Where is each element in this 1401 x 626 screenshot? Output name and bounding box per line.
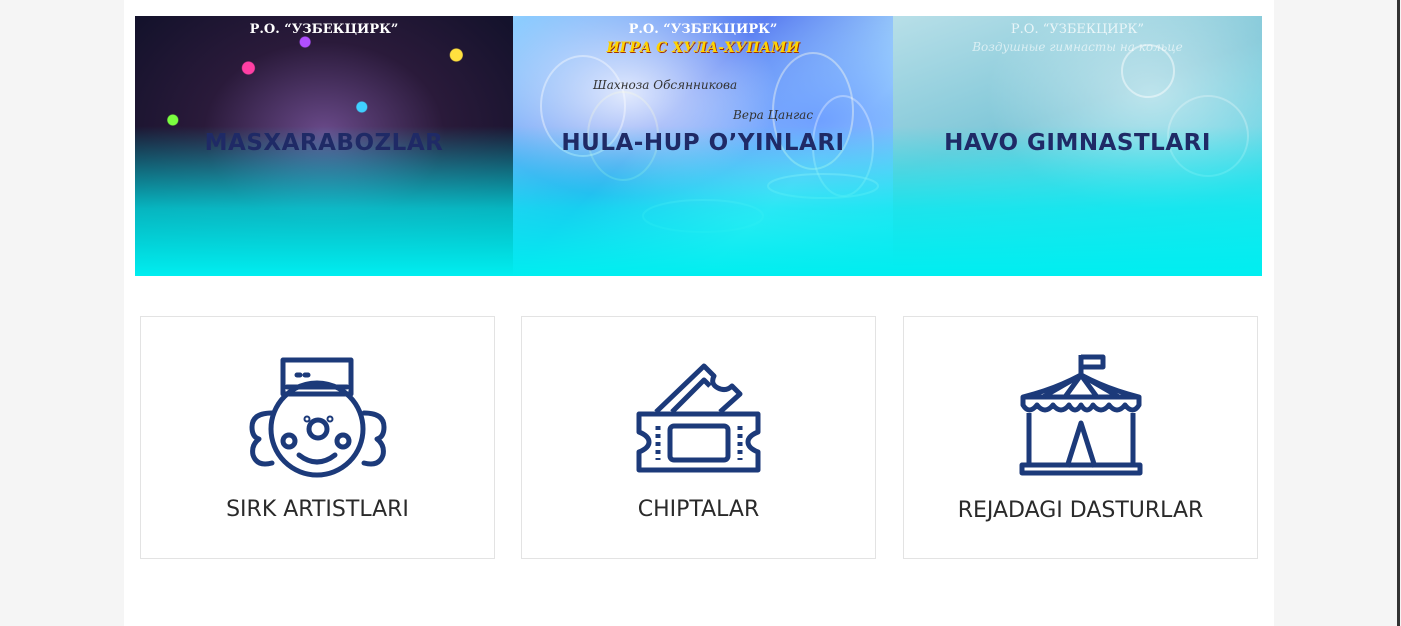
banner-troupe-name: Р.О. “УЗБЕКЦИРК” (1010, 22, 1145, 37)
ticket-icon (636, 362, 762, 479)
banner-hula-hoop[interactable]: Р.О. “УЗБЕКЦИРК” ИГРА С ХУЛА-ХУПАМИ Шахн… (513, 16, 893, 276)
banner-clowns[interactable]: Р.О. “УЗБЕКЦИРК” MASXARABOZLAR (135, 16, 513, 276)
banner-title: MASXARABOZLAR (204, 130, 444, 156)
window-edge (1397, 0, 1400, 626)
card-tickets[interactable]: CHIPTALAR (521, 316, 876, 559)
card-label: SIRK ARTISTLARI (226, 497, 409, 522)
card-planned-programs[interactable]: REJADAGI DASTURLAR (903, 316, 1258, 559)
card-circus-artists[interactable]: SIRK ARTISTLARI (140, 316, 495, 559)
banner-subtitle: Воздушные гимнасты на кольце (972, 40, 1183, 54)
banner-artist-name: Шахноза Обсянникова (593, 78, 738, 92)
banner-subtitle: ИГРА С ХУЛА-ХУПАМИ (606, 40, 800, 56)
banner-artist-name: Вера Цангас (733, 108, 814, 122)
category-cards: SIRK ARTISTLARI CHIPTALAR REJADAGI DASTU… (140, 316, 1258, 560)
card-label: REJADAGI DASTURLAR (957, 498, 1204, 523)
banner-aerialists[interactable]: Р.О. “УЗБЕКЦИРК” Воздушные гимнасты на к… (893, 16, 1262, 276)
banner-troupe-name: Р.О. “УЗБЕКЦИРК” (249, 22, 399, 37)
card-label: CHIPTALAR (637, 497, 760, 522)
banner-troupe-name: Р.О. “УЗБЕКЦИРК” (628, 22, 778, 37)
banner-title: HULA-HUP O’YINLARI (561, 130, 845, 156)
banner-title: HAVO GIMNASTLARI (944, 130, 1211, 156)
circus-tent-icon (1019, 353, 1143, 482)
banner-strip: Р.О. “УЗБЕКЦИРК” MASXARABOZLAR Р.О. “УЗБ… (135, 16, 1262, 276)
clown-icon (247, 357, 389, 484)
